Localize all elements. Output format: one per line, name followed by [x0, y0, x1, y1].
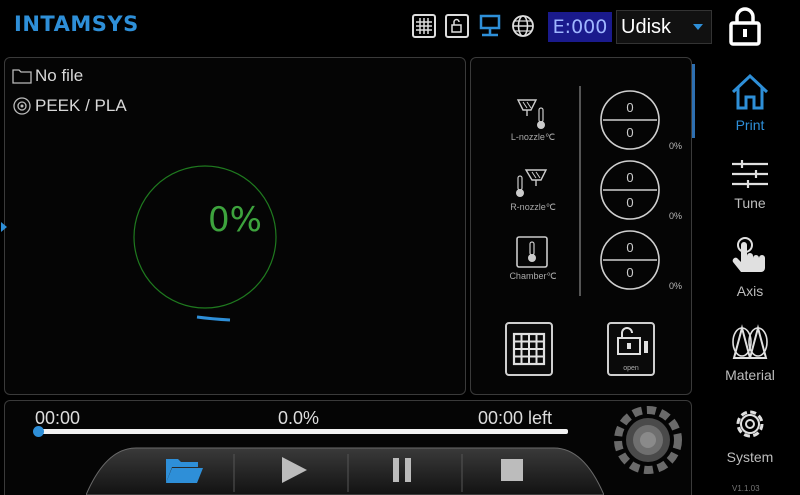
sliders-icon	[732, 160, 768, 188]
ring-start-marker	[196, 315, 231, 322]
grid-icon[interactable]	[412, 14, 436, 38]
nav-label: Axis	[736, 283, 764, 299]
nav-axis[interactable]: Axis	[708, 236, 792, 299]
globe-icon[interactable]	[511, 14, 535, 38]
temp-target: 0	[626, 265, 634, 280]
temp-target: 0	[626, 195, 634, 210]
temp-current: 0	[626, 100, 634, 115]
progress-percent-text: 0.0%	[278, 408, 320, 428]
nav-label: Material	[725, 367, 775, 383]
play-icon	[282, 457, 307, 483]
error-code-display[interactable]: E:000	[548, 12, 612, 42]
nav-tune[interactable]: Tune	[708, 158, 792, 211]
chamber-icon	[516, 236, 548, 268]
temp-gauge[interactable]	[599, 89, 661, 151]
play-button[interactable]	[244, 448, 344, 492]
chevron-down-icon	[693, 24, 703, 30]
remaining-time: 00:00 left	[478, 408, 553, 428]
stop-icon	[501, 459, 523, 481]
home-icon	[731, 73, 769, 110]
right-nozzle-icon	[516, 169, 548, 197]
storage-select[interactable]: Udisk	[616, 10, 712, 44]
elapsed-time: 00:00	[35, 408, 81, 428]
door-lock-icon[interactable]	[445, 14, 469, 38]
progress-knob[interactable]	[33, 426, 44, 437]
heater-power: 0%	[669, 281, 683, 291]
scroll-indicator[interactable]	[692, 64, 695, 138]
spool-icon	[13, 97, 31, 115]
file-name: No file	[35, 66, 84, 85]
progress-track[interactable]	[38, 429, 568, 434]
nav-material[interactable]: Material	[708, 322, 792, 383]
open-file-button[interactable]	[134, 448, 234, 492]
brand-logo: INTAMSYS	[14, 12, 139, 36]
pause-icon	[393, 458, 411, 482]
temp-target: 0	[626, 125, 634, 140]
screen-lock-icon[interactable]	[727, 6, 763, 46]
nav-print[interactable]: Print	[708, 72, 792, 133]
grid-icon	[512, 332, 546, 366]
nav-system[interactable]: System	[708, 404, 792, 465]
divider	[579, 86, 581, 296]
pause-button[interactable]	[352, 448, 452, 492]
grid-button[interactable]	[505, 322, 553, 376]
nav-label: System	[726, 449, 774, 465]
temp-label: R-nozzle℃	[510, 202, 556, 212]
caret-right-icon[interactable]	[0, 221, 8, 233]
temp-label: Chamber℃	[509, 271, 557, 281]
heater-power: 0%	[669, 211, 683, 221]
progress-percent: 0%	[208, 200, 262, 240]
storage-select-value: Udisk	[621, 16, 672, 38]
nav-label: Print	[735, 117, 765, 133]
nav-label: Tune	[734, 195, 766, 211]
material-name: PEEK / PLA	[35, 96, 127, 115]
temp-label: L-nozzle℃	[510, 132, 556, 142]
spools-icon	[732, 324, 768, 359]
gear-icon	[736, 410, 764, 438]
fan-icon[interactable]	[612, 404, 684, 476]
hand-pointer-icon	[732, 237, 765, 272]
heater-power: 0%	[669, 141, 683, 151]
temp-gauge[interactable]	[599, 229, 661, 291]
version-label: V1.1.03	[732, 484, 760, 493]
folder-icon	[12, 69, 32, 84]
temp-gauge[interactable]	[599, 159, 661, 221]
temp-current: 0	[626, 170, 634, 185]
material-info: PEEK / PLA	[12, 96, 127, 116]
file-info: No file	[12, 66, 83, 86]
left-nozzle-icon	[516, 99, 545, 129]
network-icon[interactable]	[478, 14, 502, 38]
door-button-label: open	[623, 365, 639, 372]
temp-current: 0	[626, 240, 634, 255]
stop-button[interactable]	[462, 448, 562, 492]
folder-open-icon	[166, 459, 203, 483]
